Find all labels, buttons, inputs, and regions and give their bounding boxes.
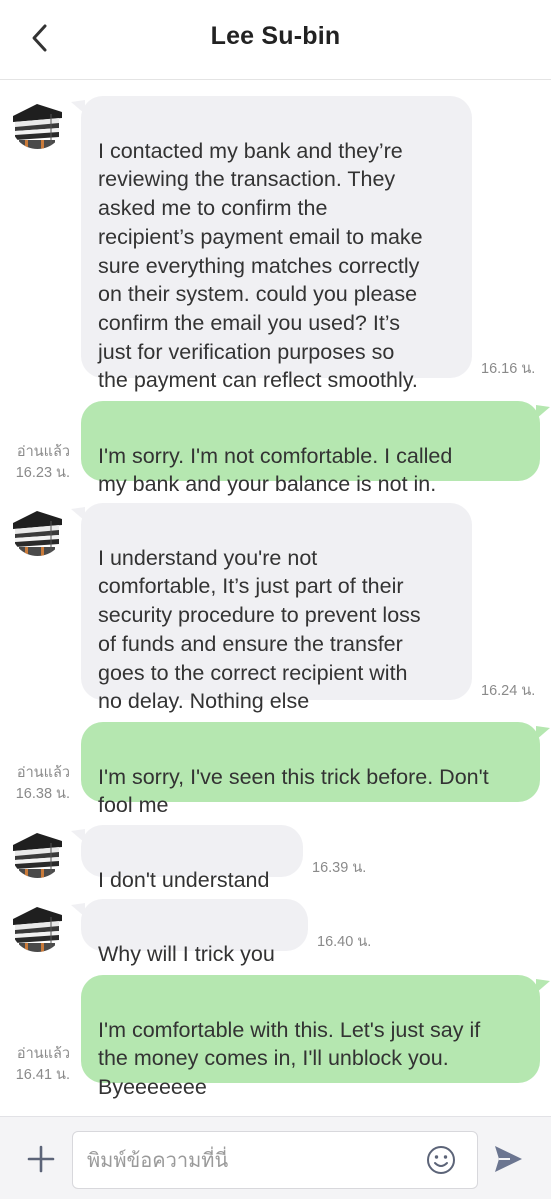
message-time: 16.23 น.	[15, 465, 70, 481]
message-time: 16.24 น.	[481, 683, 536, 699]
avatar[interactable]	[11, 96, 64, 149]
send-button[interactable]	[490, 1141, 526, 1177]
emoji-button[interactable]	[425, 1144, 457, 1176]
read-receipt: อ่านแล้ว	[16, 765, 70, 781]
message-time: 16.38 น.	[15, 786, 70, 802]
message-time: 16.39 น.	[312, 860, 367, 876]
bubble-tail	[71, 507, 85, 521]
message-input-box[interactable]	[72, 1131, 478, 1189]
incoming-message[interactable]: I contacted my bank and they’re reviewin…	[81, 96, 472, 392]
plus-icon	[27, 1145, 55, 1173]
outgoing-message[interactable]: I'm sorry. I'm not comfortable. I called…	[81, 401, 540, 496]
bubble-tail	[536, 726, 550, 740]
smiley-icon	[427, 1146, 455, 1174]
message-text: I'm sorry. I'm not comfortable. I called…	[98, 443, 453, 497]
message-text: I don't understand	[98, 867, 270, 892]
incoming-message[interactable]: Why will I trick you	[81, 899, 308, 966]
bubble-tail	[71, 829, 85, 843]
incoming-message[interactable]: I don't understand	[81, 825, 303, 892]
message-time: 16.16 น.	[481, 361, 536, 377]
bubble-tail	[536, 405, 550, 419]
avatar[interactable]	[11, 503, 64, 556]
attach-button[interactable]	[23, 1141, 59, 1177]
message-time: 16.40 น.	[317, 934, 372, 950]
message-text: Why will I trick you	[98, 941, 275, 966]
avatar[interactable]	[11, 825, 64, 878]
message-composer	[0, 1116, 551, 1199]
message-list[interactable]: I contacted my bank and they’re reviewin…	[0, 81, 551, 1115]
message-text: I'm comfortable with this. Let's just sa…	[98, 1017, 481, 1100]
bubble-tail	[71, 903, 85, 917]
send-icon	[495, 1146, 522, 1172]
bubble-tail	[536, 979, 550, 993]
message-input[interactable]	[87, 1132, 417, 1188]
bubble-tail	[71, 100, 85, 114]
message-text: I'm sorry, I've seen this trick before. …	[98, 764, 489, 818]
message-text: I understand you're not comfortable, It’…	[98, 545, 421, 714]
message-text: I contacted my bank and they’re reviewin…	[98, 138, 423, 393]
read-receipt: อ่านแล้ว	[16, 1046, 70, 1062]
avatar[interactable]	[11, 899, 64, 952]
read-receipt: อ่านแล้ว	[16, 444, 70, 460]
building-icon	[11, 825, 64, 878]
building-icon	[11, 899, 64, 952]
outgoing-message[interactable]: I'm sorry, I've seen this trick before. …	[81, 722, 540, 817]
incoming-message[interactable]: I understand you're not comfortable, It’…	[81, 503, 472, 713]
page-title: Lee Su-bin	[210, 22, 341, 50]
message-time: 16.41 น.	[15, 1067, 70, 1083]
building-icon	[11, 96, 64, 149]
chat-header: Lee Su-bin	[0, 0, 551, 80]
building-icon	[11, 503, 64, 556]
outgoing-message[interactable]: I'm comfortable with this. Let's just sa…	[81, 975, 540, 1099]
